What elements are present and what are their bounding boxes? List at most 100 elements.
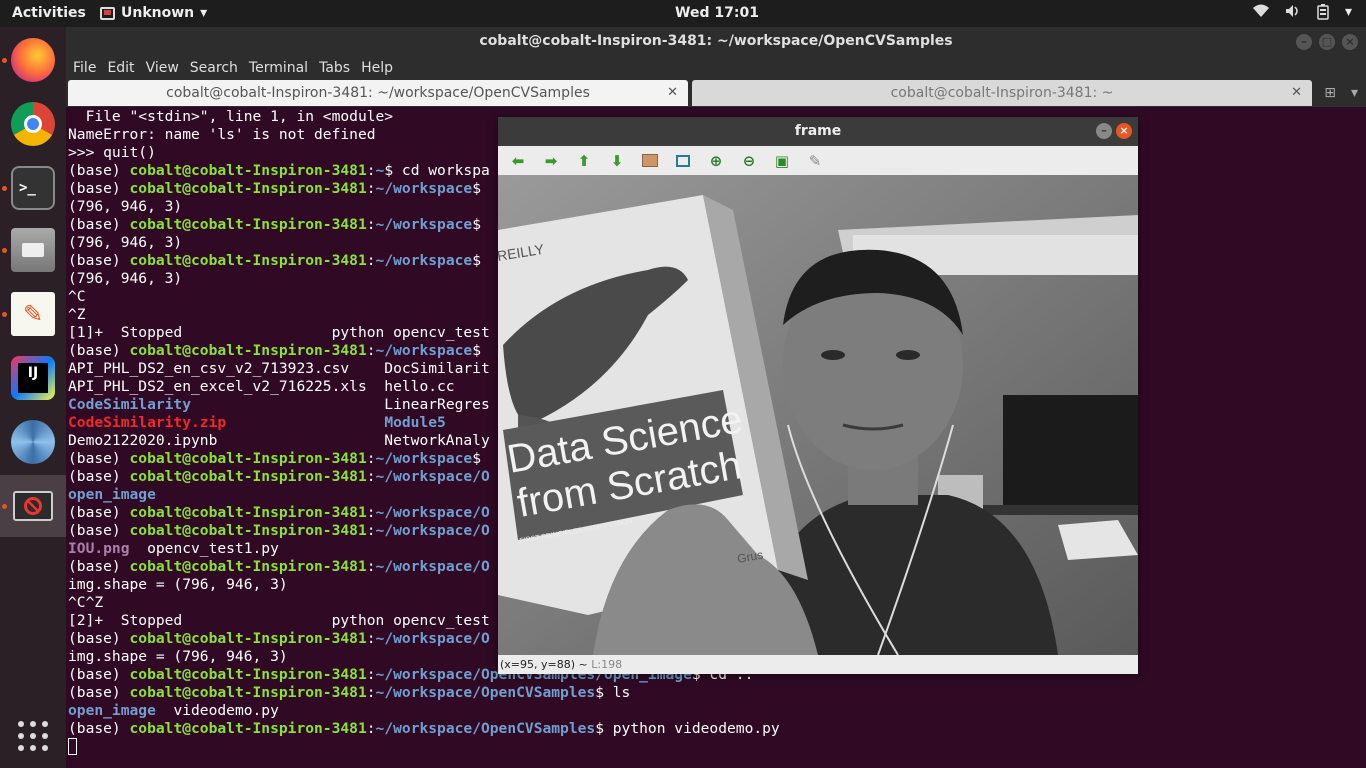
clock[interactable]: Wed 17:01 bbox=[0, 5, 1366, 21]
zoom-out-icon[interactable]: ⊖ bbox=[739, 151, 759, 171]
minimize-button[interactable]: – bbox=[1096, 123, 1112, 139]
new-tab-icon[interactable]: ⊞ bbox=[1324, 85, 1336, 101]
terminal-text: cobalt@cobalt-Inspiron-3481 bbox=[129, 342, 367, 359]
dock-terminal[interactable]: >_ bbox=[0, 157, 66, 219]
minimize-button[interactable]: – bbox=[1296, 34, 1312, 50]
terminal-text: (base) bbox=[68, 342, 130, 359]
terminal-text: img.shape = (796, 946, 3) bbox=[68, 648, 288, 665]
menu-search[interactable]: Search bbox=[190, 57, 244, 79]
terminal-text: (base) bbox=[68, 252, 130, 269]
tab-home[interactable]: cobalt@cobalt-Inspiron-3481: ~ ✕ bbox=[692, 80, 1312, 106]
close-tab-icon[interactable]: ✕ bbox=[667, 80, 678, 106]
terminal-text: (base) bbox=[68, 162, 130, 179]
terminal-text: (base) bbox=[68, 666, 130, 683]
window-titlebar[interactable]: cobalt@cobalt-Inspiron-3481: ~/workspace… bbox=[66, 27, 1366, 57]
terminal-text: CodeSimilarity.zip bbox=[68, 414, 227, 431]
terminal-text: CodeSimilarity bbox=[68, 396, 192, 413]
dock-text-editor[interactable]: ✎ bbox=[0, 283, 66, 345]
save-icon[interactable]: ▣ bbox=[772, 151, 792, 171]
close-button[interactable]: × bbox=[1116, 123, 1132, 139]
dock-shotwell[interactable] bbox=[0, 411, 66, 473]
pan-right-icon[interactable]: ➡ bbox=[541, 151, 561, 171]
terminal-text: ~/workspace/O bbox=[375, 468, 490, 485]
tab-opencvsamples[interactable]: cobalt@cobalt-Inspiron-3481: ~/workspace… bbox=[68, 80, 688, 106]
terminal-cursor bbox=[68, 738, 77, 755]
dock-intellij[interactable]: IJ bbox=[0, 347, 66, 409]
terminal-text: : bbox=[366, 252, 376, 269]
terminal-text: (base) bbox=[68, 558, 130, 575]
text-editor-icon: ✎ bbox=[11, 292, 55, 336]
dock: >_ ✎ IJ bbox=[0, 27, 66, 768]
running-indicator bbox=[2, 186, 7, 191]
properties-icon[interactable]: ✎ bbox=[805, 151, 825, 171]
terminal-text: ~/workspace/OpenCVSamples bbox=[375, 720, 596, 737]
terminal-text: : bbox=[366, 558, 376, 575]
frame-titlebar[interactable]: frame – × bbox=[498, 117, 1138, 146]
running-indicator bbox=[2, 58, 7, 63]
terminal-line: (base) cobalt@cobalt-Inspiron-3481:~/wor… bbox=[68, 720, 1358, 738]
menu-view[interactable]: View bbox=[146, 57, 185, 79]
close-button[interactable]: × bbox=[1342, 34, 1358, 50]
terminal-text: ~/workspace bbox=[375, 342, 473, 359]
terminal-text: (796, 946, 3) bbox=[68, 270, 183, 287]
terminal-text: ~/workspace bbox=[375, 180, 473, 197]
pixel-coordinates: (x=95, y=88) ~ bbox=[500, 658, 588, 671]
terminal-text: : bbox=[366, 630, 376, 647]
pan-up-icon[interactable]: ⬆ bbox=[574, 151, 594, 171]
camera-frame-image[interactable]: REILLY Data Science from Scratch FIRST P… bbox=[498, 175, 1138, 655]
terminal-text: cobalt@cobalt-Inspiron-3481 bbox=[129, 162, 367, 179]
dock-unknown-app[interactable] bbox=[0, 475, 66, 537]
terminal-text: cobalt@cobalt-Inspiron-3481 bbox=[129, 630, 367, 647]
terminal-text: : bbox=[366, 504, 376, 521]
terminal-text: ^C bbox=[68, 288, 86, 305]
close-tab-icon[interactable]: ✕ bbox=[1291, 80, 1302, 106]
menu-tabs[interactable]: Tabs bbox=[319, 57, 356, 79]
terminal-text: : bbox=[366, 180, 376, 197]
terminal-text: (base) bbox=[68, 522, 130, 539]
system-tray[interactable]: ▾ bbox=[1252, 4, 1352, 24]
dock-files[interactable] bbox=[0, 219, 66, 281]
terminal-text: IOU.png bbox=[68, 540, 130, 557]
dock-chrome[interactable] bbox=[0, 93, 66, 155]
running-indicator bbox=[2, 248, 7, 253]
terminal-line: (base) cobalt@cobalt-Inspiron-3481:~/wor… bbox=[68, 684, 1358, 702]
terminal-text: cobalt@cobalt-Inspiron-3481 bbox=[129, 666, 367, 683]
zoom-original-icon[interactable] bbox=[640, 151, 660, 171]
terminal-text: cobalt@cobalt-Inspiron-3481 bbox=[129, 522, 367, 539]
opencv-frame-window: frame – × ⬅ ➡ ⬆ ⬇ ⊕ ⊖ ▣ ✎ REILLY Data Sc… bbox=[498, 117, 1138, 674]
terminal-text: cobalt@cobalt-Inspiron-3481 bbox=[129, 450, 367, 467]
terminal-text: $ cd workspa bbox=[384, 162, 490, 179]
frame-title: frame bbox=[794, 123, 842, 139]
pan-left-icon[interactable]: ⬅ bbox=[508, 151, 528, 171]
maximize-button[interactable]: □ bbox=[1319, 34, 1335, 50]
chevron-down-icon: ▾ bbox=[1344, 4, 1352, 20]
menu-file[interactable]: File bbox=[73, 57, 102, 79]
terminal-text: : bbox=[366, 450, 376, 467]
top-bar: Activities Unknown ▾ Wed 17:01 ▾ bbox=[0, 0, 1366, 27]
terminal-text: cobalt@cobalt-Inspiron-3481 bbox=[129, 504, 367, 521]
chevron-down-icon[interactable]: ▾ bbox=[1351, 85, 1358, 101]
terminal-text: API_PHL_DS2_en_csv_v2_713923.csv DocSimi… bbox=[68, 360, 490, 377]
menu-bar: File Edit View Search Terminal Tabs Help bbox=[66, 57, 1366, 79]
chrome-icon bbox=[11, 102, 55, 146]
menu-help[interactable]: Help bbox=[361, 57, 399, 79]
terminal-text: (base) bbox=[68, 180, 130, 197]
menu-edit[interactable]: Edit bbox=[107, 57, 140, 79]
menu-terminal[interactable]: Terminal bbox=[249, 57, 314, 79]
terminal-text: (base) bbox=[68, 720, 130, 737]
frame-toolbar: ⬅ ➡ ⬆ ⬇ ⊕ ⊖ ▣ ✎ bbox=[498, 146, 1138, 175]
terminal-text: : bbox=[366, 468, 376, 485]
terminal-text: : bbox=[366, 684, 376, 701]
pan-down-icon[interactable]: ⬇ bbox=[607, 151, 627, 171]
terminal-text: $ bbox=[472, 216, 481, 233]
battery-icon bbox=[1317, 4, 1329, 24]
dock-firefox[interactable] bbox=[0, 29, 66, 91]
zoom-fit-icon[interactable] bbox=[673, 151, 693, 171]
terminal-text: (base) bbox=[68, 468, 130, 485]
terminal-text: (base) bbox=[68, 684, 130, 701]
show-applications-button[interactable] bbox=[0, 705, 66, 767]
terminal-text: ~/workspace/OpenCVSamples bbox=[375, 684, 596, 701]
terminal-line: open_image videodemo.py bbox=[68, 702, 1358, 720]
zoom-in-icon[interactable]: ⊕ bbox=[706, 151, 726, 171]
